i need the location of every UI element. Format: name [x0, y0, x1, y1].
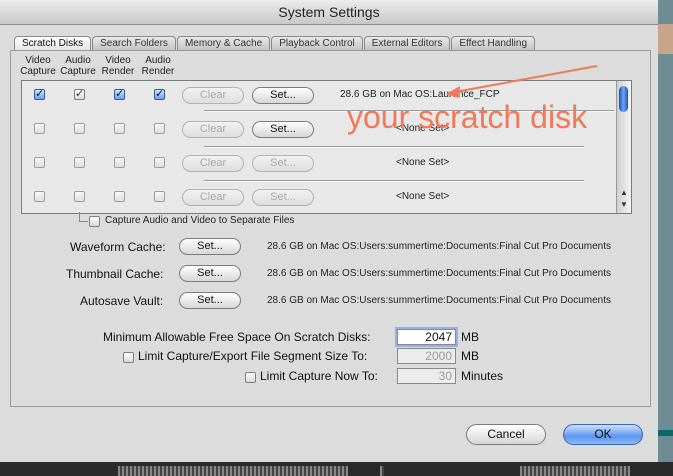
video-render-checkbox[interactable] [114, 191, 125, 202]
separate-files-checkbox[interactable] [89, 216, 100, 227]
annotation-text: your scratch disk [347, 99, 588, 135]
row-divider [204, 180, 584, 182]
waveform-cache-label: Waveform Cache: [70, 240, 166, 254]
segment-size-unit: MB [461, 349, 479, 363]
audio-render-checkbox[interactable] [154, 191, 165, 202]
cancel-button[interactable]: Cancel [466, 424, 546, 445]
clear-button[interactable]: Clear [182, 87, 244, 104]
waveform-cache-path: 28.6 GB on Mac OS:Users:summertime:Docum… [267, 241, 612, 252]
system-settings-dialog: System Settings Scratch Disks Search Fol… [0, 0, 659, 463]
audio-render-checkbox[interactable] [154, 157, 165, 168]
background-window-strip [658, 24, 673, 54]
video-capture-checkbox[interactable]: ✓ [34, 89, 45, 100]
audio-render-checkbox[interactable] [154, 123, 165, 134]
set-button[interactable]: Set... [252, 155, 314, 172]
autosave-vault-label: Autosave Vault: [80, 294, 164, 308]
capture-now-unit: Minutes [461, 369, 504, 383]
segment-size-checkbox[interactable] [123, 352, 134, 363]
timeline-segment [380, 466, 384, 476]
clear-button[interactable]: Clear [182, 189, 244, 206]
capture-now-field[interactable]: 30 [397, 368, 456, 384]
audio-capture-checkbox[interactable] [74, 123, 85, 134]
set-button[interactable]: Set... [252, 189, 314, 206]
list-scrollbar[interactable]: ▲ ▼ [616, 81, 631, 213]
audio-capture-checkbox[interactable] [74, 191, 85, 202]
disk-info: <None Set> [396, 157, 450, 168]
row-divider [204, 146, 584, 148]
tree-connector [79, 221, 88, 222]
column-header-video-capture: Video Capture [20, 55, 56, 77]
column-header-audio-render: Audio Render [141, 55, 175, 77]
tab-scratch-disks[interactable]: Scratch Disks [14, 36, 92, 50]
tab-effect-handling[interactable]: Effect Handling [451, 36, 536, 50]
separate-files-label: Capture Audio and Video to Separate File… [105, 215, 295, 226]
video-render-checkbox[interactable] [114, 123, 125, 134]
column-header-video-render: Video Render [101, 55, 135, 77]
window-title: System Settings [0, 0, 658, 25]
clear-button[interactable]: Clear [182, 121, 244, 138]
set-button[interactable]: Set... [252, 87, 314, 104]
thumbnail-cache-label: Thumbnail Cache: [66, 267, 164, 281]
background-window-strip [658, 0, 673, 476]
min-free-space-field[interactable]: 2047 [397, 329, 456, 345]
scroll-down-arrow-icon[interactable]: ▼ [619, 199, 629, 211]
background-window-strip [658, 430, 673, 436]
timeline-segment [118, 466, 348, 476]
thumbnail-cache-path: 28.6 GB on Mac OS:Users:summertime:Docum… [267, 268, 612, 279]
autosave-vault-path: 28.6 GB on Mac OS:Users:summertime:Docum… [267, 295, 612, 306]
ok-button[interactable]: OK [563, 424, 643, 445]
min-free-space-unit: MB [461, 330, 479, 344]
audio-capture-checkbox[interactable] [74, 157, 85, 168]
clear-button[interactable]: Clear [182, 155, 244, 172]
video-capture-checkbox[interactable] [34, 123, 45, 134]
scrollbar-thumb[interactable] [619, 86, 628, 112]
disk-info: <None Set> [396, 191, 450, 202]
set-button[interactable]: Set... [252, 121, 314, 138]
capture-now-checkbox[interactable] [245, 372, 256, 383]
audio-render-checkbox[interactable]: ✓ [154, 89, 165, 100]
autosave-vault-set-button[interactable]: Set... [179, 292, 241, 309]
segment-size-field[interactable]: 2000 [397, 348, 456, 364]
audio-capture-checkbox[interactable]: ✓ [74, 89, 85, 100]
waveform-cache-set-button[interactable]: Set... [179, 238, 241, 255]
video-render-checkbox[interactable]: ✓ [114, 89, 125, 100]
video-render-checkbox[interactable] [114, 157, 125, 168]
timeline-segment [520, 466, 630, 476]
video-capture-checkbox[interactable] [34, 157, 45, 168]
background-timeline-strip [0, 462, 673, 476]
min-free-space-label: Minimum Allowable Free Space On Scratch … [103, 330, 371, 344]
tab-search-folders[interactable]: Search Folders [92, 36, 176, 50]
scroll-up-arrow-icon[interactable]: ▲ [619, 187, 629, 199]
tab-playback-control[interactable]: Playback Control [271, 36, 363, 50]
tab-external-editors[interactable]: External Editors [363, 36, 451, 50]
capture-now-label: Limit Capture Now To: [260, 369, 378, 383]
segment-size-label: Limit Capture/Export File Segment Size T… [138, 349, 368, 363]
tab-bar: Scratch Disks Search Folders Memory & Ca… [14, 36, 536, 51]
tab-memory-cache[interactable]: Memory & Cache [176, 36, 271, 50]
thumbnail-cache-set-button[interactable]: Set... [179, 265, 241, 282]
video-capture-checkbox[interactable] [34, 191, 45, 202]
column-header-audio-capture: Audio Capture [60, 55, 96, 77]
